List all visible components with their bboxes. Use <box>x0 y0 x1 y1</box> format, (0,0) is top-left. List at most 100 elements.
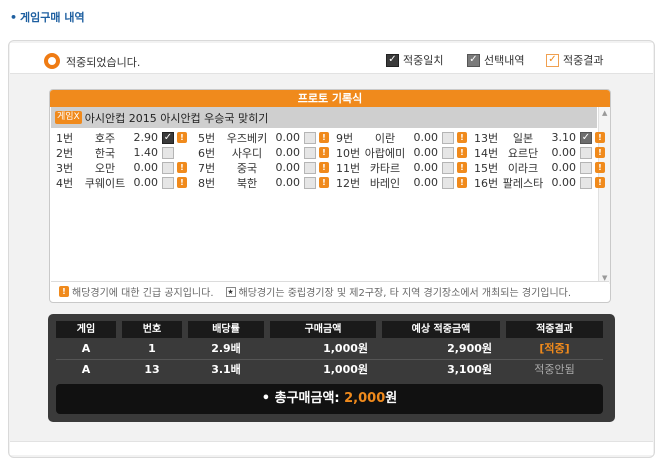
row1-number: 1 <box>148 342 156 355</box>
team-checkbox[interactable] <box>442 161 454 174</box>
warning-icon: ! <box>177 177 187 188</box>
team-checkbox[interactable] <box>304 176 316 189</box>
warning-icon: ! <box>319 162 329 173</box>
team-checkbox[interactable] <box>162 161 174 174</box>
status-text: 적중되었습니다. <box>66 56 141 69</box>
team-option[interactable]: 14번 요르단 0.00! <box>474 145 605 160</box>
legend-result: ✓ 적중결과 <box>546 52 603 68</box>
row1-expected: 2,900원 <box>447 342 492 355</box>
legend-selection: ✓ 선택내역 <box>467 52 524 68</box>
warning-icon: ! <box>595 162 605 173</box>
team-checkbox[interactable]: ✓ <box>162 131 174 144</box>
team-number: 2번 <box>56 146 74 160</box>
team-odds: 0.00 <box>275 131 301 144</box>
row1-result: [적중] <box>539 342 570 355</box>
team-odds: 0.00 <box>551 176 577 189</box>
row1-game: A <box>81 342 91 355</box>
team-number: 4번 <box>56 176 74 190</box>
team-odds: 0.00 <box>133 161 159 174</box>
team-odds: 0.00 <box>133 176 159 189</box>
team-odds: 0.00 <box>275 146 301 159</box>
footer-star-text: 해당경기는 중립경기장 및 제2구장, 타 지역 경기장소에서 개최되는 경기입… <box>238 288 572 299</box>
team-option[interactable]: 4번 쿠웨이트 0.00! <box>56 175 187 190</box>
warning-icon: ! <box>595 177 605 188</box>
team-option[interactable]: 3번 오만 0.00! <box>56 160 187 175</box>
total-bullet-icon: • <box>261 391 275 406</box>
team-option[interactable]: 1번 호주 2.90 ✓! <box>56 130 187 145</box>
team-name: 오만 <box>94 161 116 175</box>
warning-icon: ! <box>457 147 467 158</box>
total-amount: 2,000 <box>344 391 386 406</box>
purchase-summary: 게임 번호 배당률 구매금액 예상 적중금액 적중결과 A 1 2.9배 1,0… <box>48 314 615 422</box>
team-odds: 0.00 <box>275 176 301 189</box>
row2-number: 13 <box>144 363 160 376</box>
status-bar: 적중되었습니다. ✓ 적중일치 ✓ 선택내역 ✓ 적중결과 <box>10 43 653 74</box>
team-checkbox[interactable] <box>304 161 316 174</box>
team-option[interactable]: 7번 중국 0.00! <box>198 160 329 175</box>
warning-icon: ! <box>177 132 187 143</box>
team-option[interactable]: 12번 바레인 0.00! <box>336 175 467 190</box>
team-option[interactable]: 9번 이란 0.00! <box>336 130 467 145</box>
game-panel: 프로토 기록식 게임X 아시안컵 2015 아시안컵 우승국 맞히기 ▲ ▼ 1… <box>49 89 611 303</box>
footer-warning-text: 해당경기에 대한 긴급 공지입니다. <box>72 288 214 299</box>
team-name: 이라크 <box>507 161 539 175</box>
team-name: 이란 <box>374 131 396 145</box>
team-name: 중국 <box>236 161 258 175</box>
team-checkbox[interactable] <box>304 131 316 144</box>
team-number: 11번 <box>336 161 361 175</box>
row1-odds: 2.9배 <box>211 342 241 355</box>
team-checkbox[interactable]: ✓ <box>580 131 592 144</box>
team-option[interactable]: 16번 팔레스타 0.00! <box>474 175 605 190</box>
team-option[interactable]: 2번 한국 1.40 <box>56 145 174 160</box>
warning-icon: ! <box>59 286 69 297</box>
team-checkbox[interactable] <box>580 161 592 174</box>
team-checkbox[interactable] <box>442 131 454 144</box>
game-title: 아시안컵 2015 아시안컵 우승국 맞히기 <box>84 111 269 125</box>
status-ring-icon <box>44 53 60 69</box>
row2-odds: 3.1배 <box>211 363 241 376</box>
warning-icon: ! <box>319 147 329 158</box>
col-header-odds: 배당률 <box>188 321 264 338</box>
team-option[interactable]: 13번 일본 3.10 ✓! <box>474 130 605 145</box>
team-name: 북한 <box>236 176 258 190</box>
warning-icon: ! <box>457 132 467 143</box>
check-orange-icon: ✓ <box>546 53 559 67</box>
team-checkbox[interactable] <box>162 176 174 189</box>
bottom-strip <box>10 441 653 455</box>
team-number: 14번 <box>474 146 499 160</box>
team-name: 쿠웨이트 <box>84 176 126 190</box>
team-checkbox[interactable] <box>162 146 174 159</box>
team-option[interactable]: 6번 사우디 0.00! <box>198 145 329 160</box>
team-option[interactable]: 8번 북한 0.00! <box>198 175 329 190</box>
team-checkbox[interactable] <box>442 176 454 189</box>
warning-icon: ! <box>595 132 605 143</box>
row2-result: 적중안됨 <box>534 363 575 376</box>
team-checkbox[interactable] <box>580 176 592 189</box>
row2-game: A <box>81 363 91 376</box>
star-icon: ★ <box>225 286 236 297</box>
row-divider <box>56 359 603 360</box>
legend-selection-label: 선택내역 <box>484 54 525 67</box>
scroll-up-icon[interactable]: ▲ <box>602 109 607 117</box>
team-number: 16번 <box>474 176 499 190</box>
col-header-number: 번호 <box>122 321 182 338</box>
team-checkbox[interactable] <box>304 146 316 159</box>
team-checkbox[interactable] <box>580 146 592 159</box>
team-checkbox[interactable] <box>442 146 454 159</box>
row2-amount: 1,000원 <box>323 363 368 376</box>
panel-header: 프로토 기록식 <box>50 90 610 107</box>
team-number: 9번 <box>336 131 354 145</box>
team-name: 팔레스타 <box>502 176 544 190</box>
team-odds: 0.00 <box>413 146 439 159</box>
col-header-amount: 구매금액 <box>270 321 376 338</box>
team-option[interactable]: 11번 카타르 0.00! <box>336 160 467 175</box>
warning-icon: ! <box>595 147 605 158</box>
team-odds: 0.00 <box>551 161 577 174</box>
team-name: 우즈베키 <box>226 131 268 145</box>
purchase-detail-box: 적중되었습니다. ✓ 적중일치 ✓ 선택내역 ✓ 적중결과 프로토 기록식 게임… <box>8 40 655 458</box>
team-name: 한국 <box>94 146 116 160</box>
team-option[interactable]: 15번 이라크 0.00! <box>474 160 605 175</box>
team-option[interactable]: 10번 아랍에미 0.00! <box>336 145 467 160</box>
team-option[interactable]: 5번 우즈베키 0.00! <box>198 130 329 145</box>
team-odds: 2.90 <box>133 131 159 144</box>
